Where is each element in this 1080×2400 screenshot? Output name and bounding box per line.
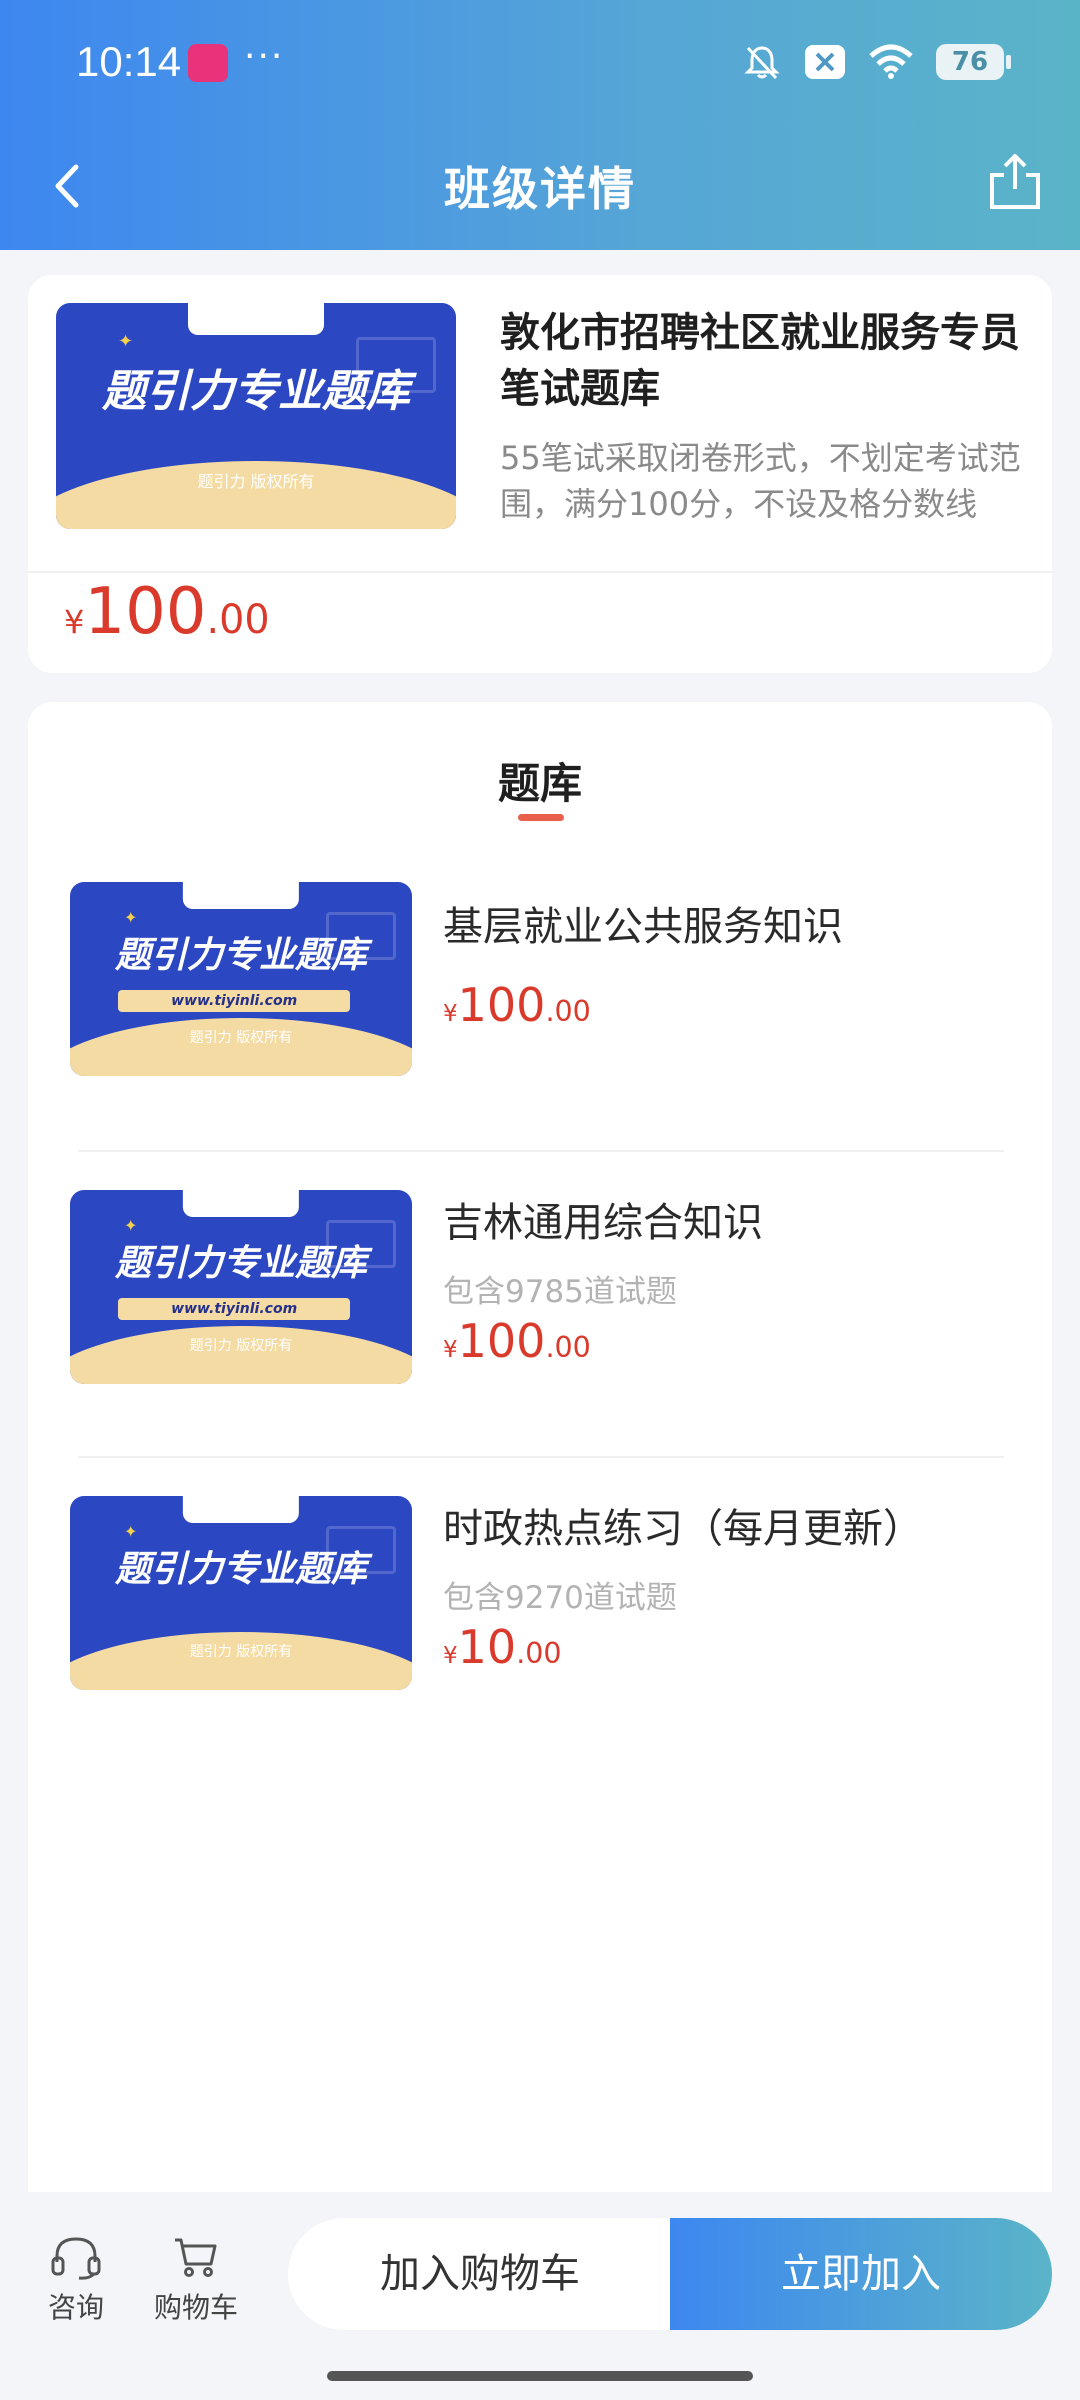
wifi-icon bbox=[869, 44, 913, 79]
item-cover-image: ✦ 题引力专业题库 题引力 版权所有 bbox=[70, 1496, 412, 1690]
item-cover-image: ✦ 题引力专业题库 www.tiyinli.com 题引力 版权所有 bbox=[70, 882, 412, 1076]
item-price: ¥100.00 bbox=[443, 978, 591, 1032]
item-question-count: 包含9785道试题 bbox=[443, 1274, 677, 1310]
section-underline bbox=[518, 814, 564, 821]
page-title: 班级详情 bbox=[444, 162, 636, 216]
status-time: 10:14 bbox=[76, 38, 182, 85]
banner-url: www.tiyinli.com bbox=[117, 1298, 351, 1320]
banner-copyright: 题引力 版权所有 bbox=[189, 1030, 293, 1046]
question-bank-section: 题库 ✦ 题引力专业题库 www.tiyinli.com 题引力 版权所有 基层… bbox=[28, 702, 1052, 2192]
list-item[interactable]: ✦ 题引力专业题库 题引力 版权所有 时政热点练习（每月更新） 包含9270道试… bbox=[28, 1496, 1052, 1716]
item-name: 时政热点练习（每月更新） bbox=[443, 1506, 923, 1552]
cart-label: 购物车 bbox=[153, 2291, 238, 2324]
star-icon: ✦ bbox=[124, 1216, 138, 1235]
nav-bar: 班级详情 bbox=[0, 125, 1080, 250]
divider bbox=[78, 1456, 1004, 1458]
headset-icon bbox=[51, 2237, 101, 2280]
close-box-icon bbox=[805, 45, 845, 79]
item-price: ¥10.00 bbox=[443, 1620, 562, 1674]
more-notifications-icon: ··· bbox=[244, 36, 285, 77]
divider bbox=[28, 571, 1052, 573]
class-cover-image: ✦ 题引力专业题库 题引力 版权所有 bbox=[56, 303, 456, 529]
app-notification-icon bbox=[188, 44, 228, 82]
banner-logo-tab bbox=[188, 303, 324, 335]
banner-logo-tab bbox=[182, 1190, 300, 1218]
mute-bell-icon bbox=[744, 46, 780, 80]
item-price: ¥100.00 bbox=[443, 1314, 591, 1368]
banner-title: 题引力专业题库 bbox=[114, 935, 367, 976]
battery-indicator: 76 bbox=[936, 44, 1011, 80]
join-now-button[interactable]: 立即加入 bbox=[670, 2218, 1052, 2330]
banner-copyright: 题引力 版权所有 bbox=[197, 472, 315, 491]
section-title: 题库 bbox=[497, 759, 582, 808]
cart-button[interactable]: 购物车 bbox=[146, 2234, 246, 2326]
app-header: 10:14 ··· 76 班级详情 bbox=[0, 0, 1080, 250]
banner-copyright: 题引力 版权所有 bbox=[189, 1338, 293, 1354]
class-description: 55笔试采取闭卷形式，不划定考试范围，满分100分，不设及格分数线 bbox=[500, 439, 1021, 523]
star-icon: ✦ bbox=[124, 908, 138, 927]
item-question-count: 包含9270道试题 bbox=[443, 1580, 677, 1616]
class-price: ¥100.00 bbox=[64, 575, 270, 649]
bottom-action-bar: 咨询 购物车 加入购物车 立即加入 bbox=[0, 2192, 1080, 2400]
banner-title: 题引力专业题库 bbox=[114, 1243, 367, 1284]
home-indicator[interactable] bbox=[327, 2371, 753, 2381]
banner-logo-tab bbox=[182, 882, 300, 910]
list-item[interactable]: ✦ 题引力专业题库 www.tiyinli.com 题引力 版权所有 吉林通用综… bbox=[28, 1190, 1052, 1410]
item-name: 吉林通用综合知识 bbox=[443, 1200, 763, 1246]
banner-title: 题引力专业题库 bbox=[114, 1549, 367, 1590]
list-item[interactable]: ✦ 题引力专业题库 www.tiyinli.com 题引力 版权所有 基层就业公… bbox=[28, 882, 1052, 1102]
add-to-cart-button[interactable]: 加入购物车 bbox=[288, 2218, 672, 2330]
star-icon: ✦ bbox=[124, 1522, 138, 1541]
item-name: 基层就业公共服务知识 bbox=[443, 904, 843, 950]
divider bbox=[78, 1150, 1004, 1152]
cart-icon bbox=[175, 2238, 217, 2277]
banner-title: 题引力专业题库 bbox=[102, 366, 410, 417]
consult-button[interactable]: 咨询 bbox=[34, 2234, 118, 2326]
item-cover-image: ✦ 题引力专业题库 www.tiyinli.com 题引力 版权所有 bbox=[70, 1190, 412, 1384]
banner-logo-tab bbox=[182, 1496, 300, 1524]
banner-copyright: 题引力 版权所有 bbox=[189, 1644, 293, 1660]
class-summary-card: ✦ 题引力专业题库 题引力 版权所有 敦化市招聘社区就业服务专员笔试题库 55笔… bbox=[28, 275, 1052, 673]
class-title: 敦化市招聘社区就业服务专员笔试题库 bbox=[500, 310, 1020, 412]
share-icon[interactable] bbox=[986, 151, 1044, 213]
status-bar: 10:14 ··· 76 bbox=[0, 0, 1080, 125]
consult-label: 咨询 bbox=[47, 2291, 104, 2324]
banner-url: www.tiyinli.com bbox=[117, 990, 351, 1012]
star-icon: ✦ bbox=[118, 331, 134, 352]
